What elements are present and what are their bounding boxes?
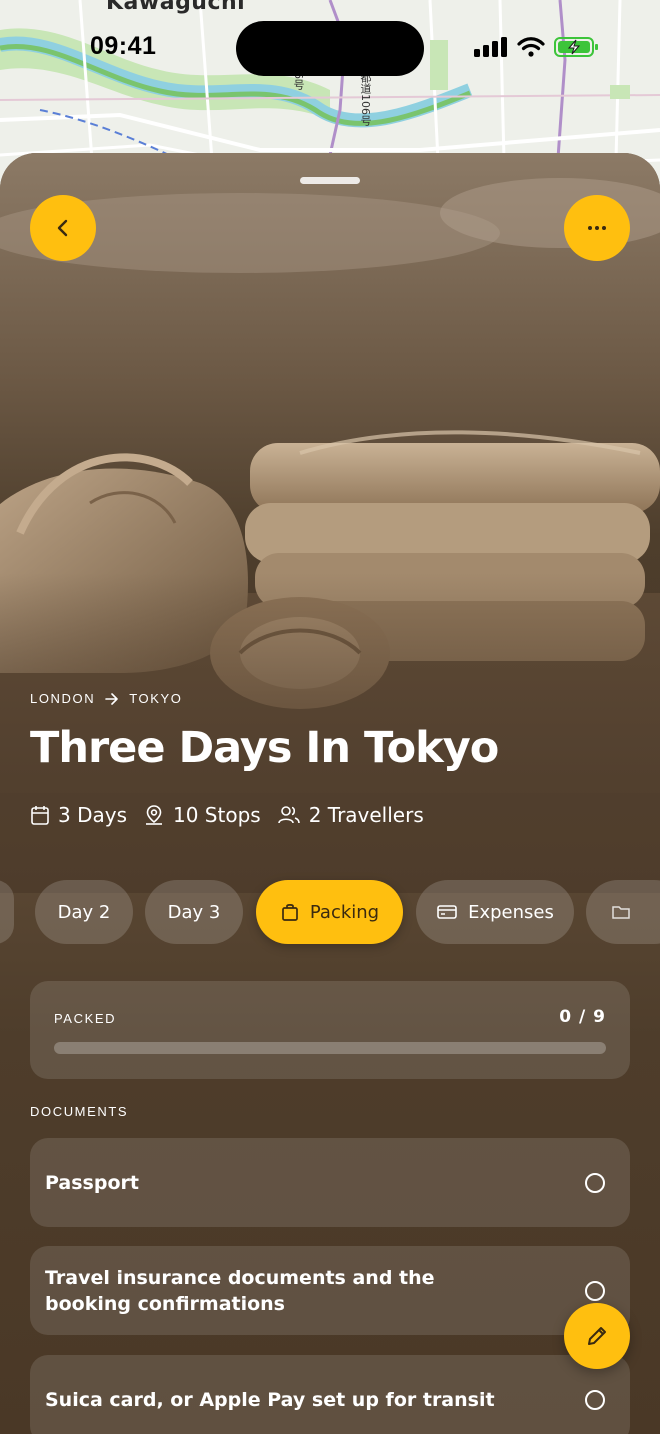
pencil-icon <box>588 1327 606 1345</box>
card-icon <box>437 905 457 919</box>
map-pin-icon <box>146 805 162 825</box>
map-place-label: Kawaguchi <box>106 0 246 15</box>
packing-item-label: Passport <box>45 1171 139 1194</box>
packed-progress-bar <box>54 1042 606 1054</box>
trip-stops: 10 Stops <box>143 803 261 827</box>
edit-fab-button[interactable] <box>564 1303 630 1369</box>
back-button[interactable] <box>30 195 96 261</box>
map-road-label: 都道106号 <box>359 72 372 126</box>
trip-travellers: 2 Travellers <box>277 803 424 827</box>
tab-label: Day 3 <box>167 901 221 923</box>
tab-day-1[interactable] <box>0 880 14 944</box>
checkbox-circle[interactable] <box>585 1280 605 1301</box>
packed-count: 0 / 9 <box>559 1007 606 1027</box>
trip-meta: 3 Days 10 Stops 2 Travellers <box>30 803 424 827</box>
trip-tabs: Day 2 Day 3 Packing Expenses <box>0 880 660 944</box>
packing-item-label: Suica card, or Apple Pay set up for tran… <box>45 1388 495 1411</box>
packing-item-label: Travel insurance documents and the booki… <box>45 1266 435 1315</box>
checkbox-circle[interactable] <box>585 1389 605 1410</box>
tab-expenses[interactable]: Expenses <box>416 880 574 944</box>
cellular-signal-icon <box>474 37 507 57</box>
trip-title: Three Days In Tokyo <box>30 723 499 773</box>
tab-label: Day 2 <box>57 901 111 923</box>
tab-day-3[interactable]: Day 3 <box>145 880 243 944</box>
trip-days-label: 3 Days <box>58 803 127 827</box>
bag-icon <box>282 904 298 921</box>
packing-item[interactable]: Passport <box>30 1138 630 1227</box>
trip-days: 3 Days <box>30 803 127 827</box>
sheet-grabber[interactable] <box>300 177 360 184</box>
users-icon <box>277 806 300 824</box>
more-options-button[interactable] <box>564 195 630 261</box>
trip-travellers-label: 2 Travellers <box>308 803 424 827</box>
route-origin: LONDON <box>30 691 96 706</box>
tab-day-2[interactable]: Day 2 <box>35 880 133 944</box>
route-destination: TOKYO <box>129 691 183 706</box>
tab-label: Expenses <box>468 901 554 923</box>
status-icons <box>474 36 600 58</box>
tab-label: Packing <box>309 901 380 923</box>
packed-progress-card: PACKED 0 / 9 <box>30 981 630 1079</box>
ellipsis-icon <box>588 226 606 230</box>
packed-label: PACKED <box>54 1011 117 1026</box>
trip-stops-label: 10 Stops <box>173 803 261 827</box>
dynamic-island <box>236 21 424 76</box>
chevron-left-icon <box>57 219 68 237</box>
wifi-icon <box>517 37 545 57</box>
folder-icon <box>612 906 630 919</box>
packing-item[interactable]: Suica card, or Apple Pay set up for tran… <box>30 1355 630 1434</box>
trip-route: LONDON TOKYO <box>30 691 183 706</box>
tab-packing[interactable]: Packing <box>256 880 403 944</box>
tab-documents-folder[interactable] <box>586 880 660 944</box>
trip-sheet: LONDON TOKYO Three Days In Tokyo 3 Days … <box>0 153 660 1434</box>
status-time: 09:41 <box>90 32 157 60</box>
packing-item[interactable]: Travel insurance documents and the booki… <box>30 1246 630 1335</box>
arrow-right-icon <box>105 692 119 705</box>
checkbox-circle[interactable] <box>585 1172 605 1193</box>
calendar-icon <box>31 806 49 825</box>
battery-charging-icon <box>554 37 598 57</box>
documents-heading: DOCUMENTS <box>30 1104 129 1119</box>
